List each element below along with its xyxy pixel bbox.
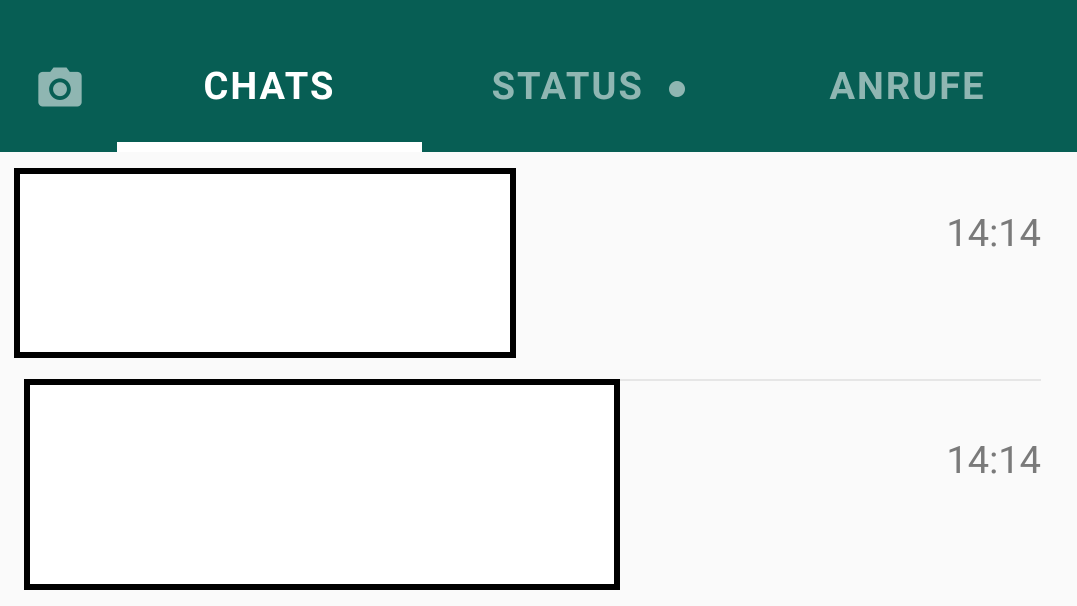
camera-icon [30, 61, 90, 113]
app-header: CHATS STATUS ANRUFE [0, 0, 1077, 152]
chat-timestamp: 14:14 [946, 212, 1041, 256]
tab-label: STATUS [492, 65, 686, 109]
tab-bar: CHATS STATUS ANRUFE [0, 22, 1077, 152]
tab-chats[interactable]: CHATS [110, 22, 429, 152]
tab-status[interactable]: STATUS [429, 22, 748, 152]
chat-list: 14:14 14:14 [0, 152, 1077, 606]
tab-status-text: STATUS [492, 65, 644, 109]
status-indicator-dot-icon [669, 81, 685, 97]
tab-label: CHATS [204, 65, 336, 109]
tabs-area: CHATS STATUS ANRUFE [110, 22, 1067, 152]
status-bar-spacer [0, 0, 1077, 22]
chat-timestamp: 14:14 [946, 439, 1041, 483]
chat-row[interactable]: 14:14 [0, 152, 1077, 379]
tab-label: ANRUFE [830, 65, 986, 109]
tab-camera[interactable] [10, 22, 110, 152]
redacted-chat-content [24, 379, 620, 590]
redacted-chat-content [14, 168, 516, 358]
chat-row[interactable]: 14:14 [0, 379, 1077, 606]
tab-calls[interactable]: ANRUFE [748, 22, 1067, 152]
